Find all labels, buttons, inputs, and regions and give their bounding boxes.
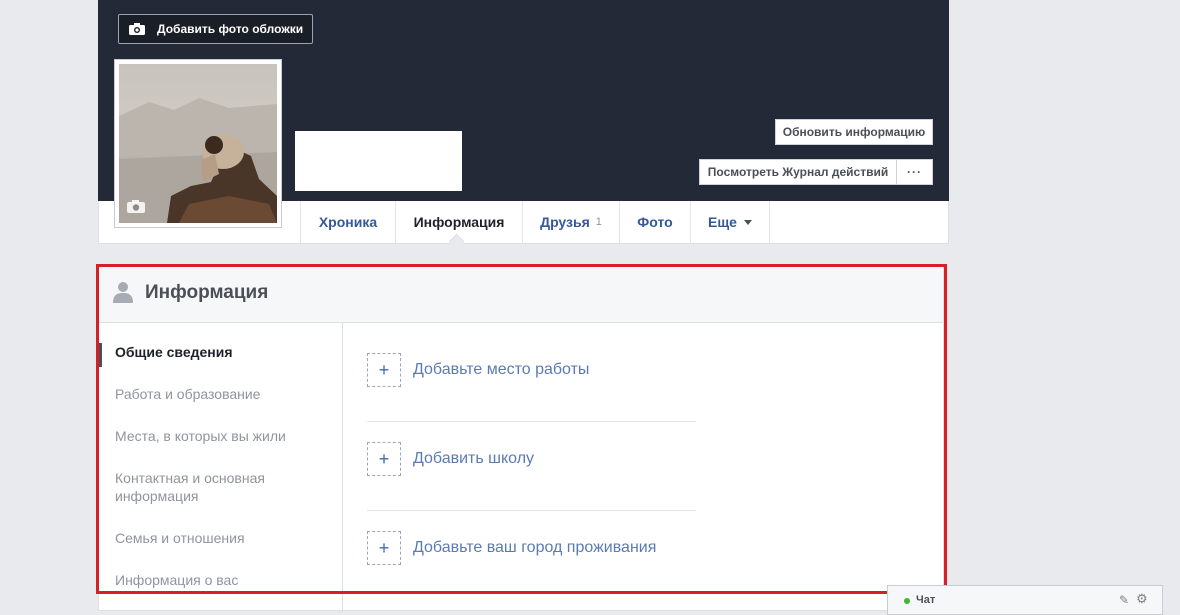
update-info-button[interactable]: Обновить информацию: [775, 119, 933, 145]
add-workplace-label: Добавьте место работы: [413, 361, 590, 378]
chat-label: Чат: [916, 594, 936, 606]
add-workplace-link[interactable]: + Добавьте место работы: [367, 353, 589, 387]
gear-icon[interactable]: ⚙: [1136, 591, 1148, 607]
tab-label: Информация: [413, 214, 505, 230]
tab-label: Друзья: [540, 214, 590, 230]
add-school-link[interactable]: + Добавить школу: [367, 442, 534, 476]
user-icon: [113, 282, 133, 303]
avatar: [119, 64, 277, 223]
add-cover-photo-button[interactable]: Добавить фото обложки: [118, 14, 313, 44]
tab-label: Хроника: [318, 214, 378, 230]
camera-icon: [129, 23, 145, 35]
plus-icon: +: [367, 531, 401, 565]
compose-icon[interactable]: ✎: [1119, 593, 1129, 607]
camera-icon[interactable]: [127, 199, 145, 213]
chevron-down-icon: [743, 219, 752, 225]
online-status-icon: [904, 598, 910, 604]
sidebar-item-overview[interactable]: Общие сведения: [115, 343, 325, 361]
add-school-label: Добавить школу: [413, 450, 535, 467]
tab-timeline[interactable]: Хроника: [300, 201, 395, 243]
divider: [367, 421, 696, 422]
add-city-link[interactable]: + Добавьте ваш город проживания: [367, 531, 656, 565]
info-panel: Информация Общие сведения Работа и образ…: [98, 266, 944, 612]
tab-more[interactable]: Еще: [690, 201, 770, 243]
divider: [367, 510, 696, 511]
tab-friends[interactable]: Друзья 1: [522, 201, 619, 243]
tab-label: Еще: [708, 214, 737, 230]
sidebar-item-contact-info[interactable]: Контактная и основная информация: [115, 469, 325, 505]
tab-photos[interactable]: Фото: [619, 201, 690, 243]
sidebar-item-about-you[interactable]: Информация о вас: [115, 571, 325, 589]
tab-label: Фото: [637, 214, 673, 230]
profile-picture[interactable]: [114, 59, 282, 228]
info-header: Информация: [99, 267, 943, 323]
active-marker: [99, 343, 102, 367]
info-sidebar: Общие сведения Работа и образование Мест…: [99, 323, 343, 612]
friends-count: 1: [595, 216, 602, 228]
add-cover-photo-label: Добавить фото обложки: [157, 22, 304, 36]
sidebar-item-places[interactable]: Места, в которых вы жили: [115, 427, 325, 445]
sidebar-item-work-education[interactable]: Работа и образование: [115, 385, 325, 403]
more-options-button[interactable]: ···: [896, 159, 933, 185]
info-title: Информация: [145, 282, 269, 303]
plus-icon: +: [367, 442, 401, 476]
plus-icon: +: [367, 353, 401, 387]
activity-log-button[interactable]: Посмотреть Журнал действий: [699, 159, 897, 185]
add-city-label: Добавьте ваш город проживания: [413, 539, 657, 556]
sidebar-item-family[interactable]: Семья и отношения: [115, 529, 325, 547]
profile-name-area: [295, 131, 462, 191]
